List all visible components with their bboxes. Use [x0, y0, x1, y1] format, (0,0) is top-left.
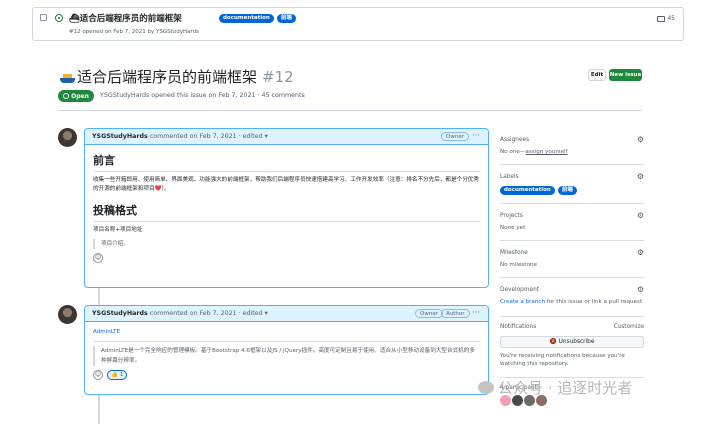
comment-time[interactable]: commented on Feb 7, 2021 · edited [150, 310, 263, 317]
comment-header: YSGStudyHards commented on Feb 7, 2021 ·… [85, 129, 488, 145]
gear-icon[interactable]: ⚙ [637, 211, 644, 220]
format-quote: 项目介绍。 [93, 239, 480, 249]
row-issue-meta: #12 opened on Feb 7, 2021 by YSGStudyHar… [69, 29, 200, 35]
ship-emoji-icon [60, 71, 75, 83]
sidebar-projects: Projects ⚙ None yet [500, 211, 644, 231]
chevron-down-icon[interactable]: ▾ [265, 310, 268, 317]
issue-list-row[interactable]: ⛴适合后端程序员的前端框架 documentation 前端 #12 opene… [32, 7, 684, 41]
chevron-down-icon[interactable]: ▾ [265, 133, 268, 140]
watermark: 公众号 · 追逐时光者 [478, 377, 632, 398]
gear-icon[interactable]: ⚙ [637, 248, 644, 257]
open-state-icon [63, 93, 70, 99]
issue-meta: YSGStudyHards opened this issue on Feb 7… [100, 92, 305, 99]
milestone-label: Milestone [500, 250, 528, 256]
milestone-heading[interactable]: Milestone ⚙ [500, 248, 644, 257]
owner-badge: Owner [415, 309, 443, 318]
comment-time[interactable]: commented on Feb 7, 2021 · edited [150, 133, 263, 140]
sidebar-development: Development ⚙ Create a branch for this i… [500, 285, 644, 305]
row-checkbox[interactable] [40, 14, 47, 21]
comment-body: 前言 收集一些开箱即用、使用简单、界面美观、功能强大的前端框架，帮助我们后端程序… [85, 145, 488, 268]
label-frontend[interactable]: 前端 [276, 14, 296, 23]
development-label: Development [500, 287, 540, 293]
comment-2: YSGStudyHards commented on Feb 7, 2021 ·… [84, 305, 489, 395]
header-divider [58, 110, 642, 111]
label-documentation[interactable]: documentation [219, 14, 274, 23]
sidebar-divider [500, 277, 644, 278]
comment-heading-preface: 前言 [93, 152, 480, 172]
gear-icon[interactable]: ⚙ [637, 135, 644, 144]
sidebar-divider [500, 164, 644, 165]
labels-heading[interactable]: Labels ⚙ [500, 172, 644, 181]
status-badge-label: Open [71, 92, 89, 100]
sidebar-label-list: documentation 前端 [500, 186, 644, 195]
thumbs-up-reaction[interactable]: 👍 1 [107, 370, 128, 380]
sidebar-assignees: Assignees ⚙ No one—assign yourself [500, 135, 644, 155]
comment-body: AdminLTE AdminLTE是一个完全响应的管理模板。基于Bootstra… [85, 322, 488, 385]
projects-value: None yet [500, 225, 526, 231]
comment-1: YSGStudyHards commented on Feb 7, 2021 ·… [84, 128, 489, 288]
link-underline-rule [93, 341, 480, 342]
projects-heading[interactable]: Projects ⚙ [500, 211, 644, 220]
notifications-reason: You're receiving notifications because y… [500, 353, 625, 367]
watermark-text: 公众号 · 追逐时光者 [498, 379, 633, 397]
format-line: 项目名称+项目地址 [93, 227, 143, 233]
avatar[interactable] [58, 128, 77, 147]
labels-label: Labels [500, 174, 519, 180]
kebab-menu-icon[interactable]: ··· [472, 308, 480, 317]
assignees-heading[interactable]: Assignees ⚙ [500, 135, 644, 144]
label-frontend[interactable]: 前端 [557, 186, 577, 195]
owner-badge: Owner [441, 132, 469, 141]
comment-icon [657, 15, 666, 22]
page-title: 适合后端程序员的前端框架 #12 [60, 66, 294, 87]
unsubscribe-button[interactable]: 🔕 Unsubscribe [500, 336, 644, 348]
customize-link[interactable]: Customize [614, 324, 644, 330]
label-documentation[interactable]: documentation [500, 186, 555, 195]
add-reaction-icon[interactable]: ☺ [93, 253, 103, 263]
issue-open-icon [55, 14, 63, 22]
comment-heading-format: 投稿格式 [93, 202, 480, 222]
row-issue-title[interactable]: ⛴适合后端程序员的前端框架 [69, 12, 182, 24]
sidebar-divider [500, 203, 644, 204]
sidebar-divider [500, 316, 644, 317]
development-value: Create a branch for this issue or link a… [500, 299, 644, 305]
comment-author[interactable]: YSGStudyHards [92, 133, 148, 140]
kebab-menu-icon[interactable]: ··· [472, 131, 480, 140]
gear-icon[interactable]: ⚙ [637, 285, 644, 294]
edit-button[interactable]: Edit [588, 69, 606, 81]
row-comment-count[interactable]: 45 [657, 15, 675, 22]
wechat-icon [478, 381, 494, 394]
development-rest: for this issue or link a pull request. [545, 299, 644, 305]
issue-number: #12 [262, 67, 294, 86]
avatar[interactable] [58, 305, 77, 324]
project-description: AdminLTE是一个完全响应的管理模板。基于Bootstrap 4.6框架以及… [93, 346, 480, 366]
create-branch-link[interactable]: Create a branch [500, 299, 545, 305]
gear-icon[interactable]: ⚙ [637, 172, 644, 181]
comment-author-line: YSGStudyHards commented on Feb 7, 2021 ·… [92, 133, 268, 140]
notifications-label: Notifications [500, 324, 537, 330]
comment-author-line: YSGStudyHards commented on Feb 7, 2021 ·… [92, 310, 268, 317]
development-heading[interactable]: Development ⚙ [500, 285, 644, 294]
assignees-label: Assignees [500, 137, 530, 143]
row-comment-count-value: 45 [667, 15, 675, 22]
status-badge: Open [58, 90, 94, 102]
assignees-value: No one—assign yourself [500, 149, 644, 155]
new-issue-button[interactable]: New issue [609, 69, 642, 81]
project-link[interactable]: AdminLTE [93, 329, 120, 335]
assign-yourself-link[interactable]: assign yourself [525, 149, 567, 155]
projects-label: Projects [500, 213, 523, 219]
author-badge: Author [441, 309, 470, 318]
assignees-none: No one— [500, 149, 526, 155]
row-labels: documentation 前端 [219, 14, 296, 23]
issue-title-text: 适合后端程序员的前端框架 [77, 68, 258, 86]
sidebar-notifications: Notifications Customize 🔕 Unsubscribe Yo… [500, 324, 644, 368]
sidebar-divider [500, 240, 644, 241]
sidebar-labels: Labels ⚙ documentation 前端 [500, 172, 644, 195]
comment-paragraph: 收集一些开箱即用、使用简单、界面美观、功能强大的前端框架，帮助我们后端程序员快速… [93, 177, 479, 192]
add-reaction-icon[interactable]: ☺ [93, 370, 103, 380]
notifications-heading: Notifications Customize [500, 324, 644, 330]
milestone-value: No milestone [500, 262, 537, 268]
comment-author[interactable]: YSGStudyHards [92, 310, 148, 317]
sidebar-milestone: Milestone ⚙ No milestone [500, 248, 644, 268]
comment-header: YSGStudyHards commented on Feb 7, 2021 ·… [85, 306, 488, 322]
